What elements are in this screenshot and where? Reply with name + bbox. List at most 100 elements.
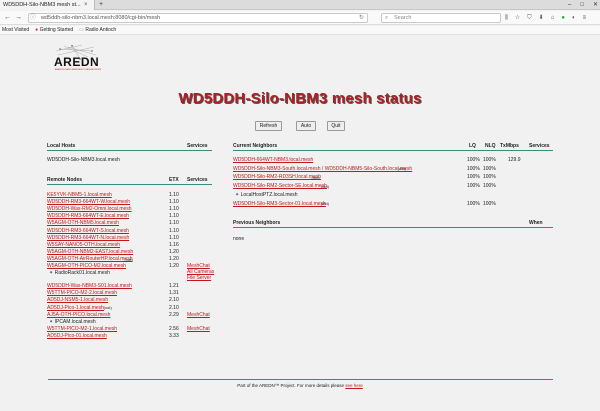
- browser-tab[interactable]: WD5DDH-Silo-NBM3 mesh st...: [0, 0, 95, 10]
- lq-value: 100%: [467, 157, 480, 163]
- nlq-value: 100%: [483, 157, 496, 163]
- remote-node-link[interactable]: W5TTM-PICO-M2-2.local.mesh: [47, 290, 117, 296]
- service-link[interactable]: MeshChat: [187, 312, 210, 318]
- dtd-tag: (dtd): [311, 175, 320, 180]
- maximize-icon[interactable]: □: [580, 0, 584, 10]
- footer-divider: [48, 379, 553, 380]
- txmbps-header: TxMbps: [500, 143, 519, 149]
- remote-node-link[interactable]: AD5DJ-NSM5-1.local.mesh: [47, 297, 108, 303]
- neighbor-link[interactable]: WD5DDH-Silo-RM3-Sector-01.local.mesh: [233, 201, 326, 207]
- search-placeholder: Search: [394, 15, 412, 21]
- minimize-icon[interactable]: –: [568, 0, 571, 10]
- url-bar[interactable]: wd5ddh-silo-nbm3.local.mesh:8080/cgi-bin…: [28, 13, 368, 23]
- remote-node-link[interactable]: WD5DDH-Wax-NBM3-S01.local.mesh: [47, 283, 132, 289]
- etx-value: 1.10: [169, 199, 179, 206]
- toolbar-icons: ⫼ ☆ ⛉ ⬇ ⌂ ● ◐ ≡: [505, 11, 586, 25]
- new-tab-icon[interactable]: +: [99, 0, 103, 10]
- etx-header: ETX: [169, 177, 179, 183]
- remote-node-link[interactable]: W5AGM-OTH-NBM2-EAST.local.mesh: [47, 249, 133, 255]
- dtd-tag: (dtd): [320, 183, 330, 189]
- service-link[interactable]: MeshChat: [187, 326, 210, 332]
- bookmark-label: Getting Started: [39, 27, 74, 33]
- etx-value: 1.10: [169, 192, 179, 198]
- remote-node-link[interactable]: WD5DDH-RM3-664WT-E.local.mesh: [47, 213, 129, 219]
- quit-button[interactable]: Quit: [327, 121, 345, 131]
- etx-value: 1.10: [169, 206, 179, 213]
- menu-icon[interactable]: ≡: [583, 11, 587, 25]
- forward-icon[interactable]: →: [15, 11, 22, 25]
- bookmark-icon[interactable]: ☆: [515, 11, 520, 25]
- refresh-button[interactable]: Refresh: [255, 121, 282, 131]
- nlq-value: 100%: [483, 165, 496, 172]
- remote-node-link[interactable]: W5AGM-OTH-PICO-M2.local.mesh: [47, 263, 126, 269]
- previous-neighbors-header: Previous Neighbors: [233, 220, 281, 226]
- back-icon[interactable]: ←: [4, 11, 11, 25]
- neighbor-link[interactable]: WD5DDH-664WT-NBM3.local.mesh: [233, 157, 313, 163]
- nlq-value: 100%: [483, 200, 496, 207]
- reload-icon[interactable]: ↻: [359, 13, 364, 23]
- search-icon: ⌕: [385, 15, 389, 21]
- remote-node-link[interactable]: KE5YVK-NBM5-1.local.mesh: [47, 192, 112, 198]
- library-icon[interactable]: ⫼: [505, 11, 508, 25]
- etx-value: 2.29: [169, 311, 179, 318]
- remote-sub-host: IPCAM.local.mesh: [49, 319, 96, 325]
- account-icon[interactable]: ◐: [572, 11, 576, 25]
- search-input[interactable]: Search: [381, 13, 501, 23]
- bookmark-radio-antioch[interactable]: ▭ Radio Antioch: [79, 26, 116, 34]
- remote-node-link[interactable]: W5SAY-NANO5-OTH.local.mesh: [47, 242, 120, 248]
- local-services-header: Services: [187, 143, 208, 149]
- etx-value: 1.20: [169, 263, 179, 269]
- remote-node-link[interactable]: WD5DDH-RM3-664WT-W.local.mesh: [47, 199, 130, 205]
- url-text: wd5ddh-silo-nbm3.local.mesh:8080/cgi-bin…: [41, 15, 161, 21]
- neighbor-link[interactable]: WD5DDH-Silo-NBM3-South.local.mesh / WD5D…: [233, 166, 412, 172]
- nat-tag: (nat): [103, 305, 112, 311]
- remote-node-link[interactable]: AD5DJ-Pico-01.local.mesh: [47, 333, 107, 339]
- remote-node-link[interactable]: WD5DDH-RM3-664WT-S.local.mesh: [47, 228, 129, 234]
- divider: [233, 227, 553, 228]
- etx-value: 2.10: [169, 304, 179, 311]
- neighbor-link[interactable]: WD5DDH-Silo-RM2-RD3SH.local.mesh: [233, 174, 321, 180]
- current-neighbors-header: Current Neighbors: [233, 143, 278, 149]
- remote-node-link[interactable]: W5TTM-PICO-M2-1.local.mesh: [47, 326, 117, 332]
- when-header: When: [529, 220, 543, 226]
- bookmarks-bar: Most Visited ● Getting Started ▭ Radio A…: [0, 26, 600, 35]
- remote-node-link[interactable]: AD5DJ-Pico-1.local.mesh: [47, 305, 104, 311]
- download-icon[interactable]: ⬇: [539, 11, 544, 25]
- etx-value: 1.10: [169, 213, 179, 220]
- info-icon[interactable]: ⓘ: [30, 13, 36, 23]
- service-link[interactable]: File Server: [187, 275, 211, 281]
- extension-icon[interactable]: ●: [561, 11, 565, 25]
- etx-value: 2.56: [169, 325, 179, 332]
- divider: [47, 184, 212, 185]
- footer-text: Part of the AREDN™ Project. For more det…: [237, 383, 344, 388]
- remote-sub-host: RadioRack01.local.mesh: [49, 270, 110, 276]
- auto-button[interactable]: Auto: [296, 121, 316, 131]
- remote-node-link[interactable]: WD5DDH-RM3-664WT-N.local.mesh: [47, 235, 129, 241]
- etx-value: 1.21: [169, 283, 179, 290]
- bookmark-most-visited[interactable]: Most Visited: [2, 26, 29, 34]
- footer-link[interactable]: see here: [345, 383, 363, 388]
- neighbor-link[interactable]: WD5DDH-Silo-RM2-Sector-SE.local.mesh: [233, 183, 327, 189]
- remote-node-link[interactable]: WD5DDH-Wax-RM2-Omni.local.mesh: [47, 206, 132, 212]
- firefox-icon: ●: [35, 27, 39, 33]
- local-hosts-header: Local Hosts: [47, 143, 76, 149]
- lq-value: 100%: [467, 165, 480, 172]
- etx-value: 1.20: [169, 255, 179, 262]
- nlq-header: NLQ: [485, 143, 496, 149]
- remote-node-link[interactable]: AJ5A-OTH-PICO.local.mesh: [47, 312, 110, 318]
- remote-services-header: Services: [187, 177, 208, 183]
- home-icon[interactable]: ⌂: [551, 11, 555, 25]
- bookmark-getting-started[interactable]: ● Getting Started: [35, 26, 73, 34]
- pocket-icon[interactable]: ⛉: [527, 11, 532, 25]
- etx-value: 1.31: [169, 290, 179, 297]
- etx-value: 1.10: [169, 220, 179, 227]
- divider: [47, 150, 212, 151]
- close-window-icon[interactable]: ✕: [593, 0, 598, 10]
- close-tab-icon[interactable]: ×: [84, 0, 88, 10]
- bookmark-label: Radio Antioch: [85, 27, 117, 33]
- remote-node-link[interactable]: W5AGM-OTH-NBM5.local.mesh: [47, 220, 119, 226]
- remote-node-link[interactable]: W5AGM-OTH-AirRouterHP.local.mesh: [47, 256, 132, 262]
- etx-value: 1.20: [169, 248, 179, 255]
- neighbor-sub-host: LocalHostPTZ.local.mesh: [235, 192, 298, 198]
- footer: Part of the AREDN™ Project. For more det…: [0, 383, 600, 388]
